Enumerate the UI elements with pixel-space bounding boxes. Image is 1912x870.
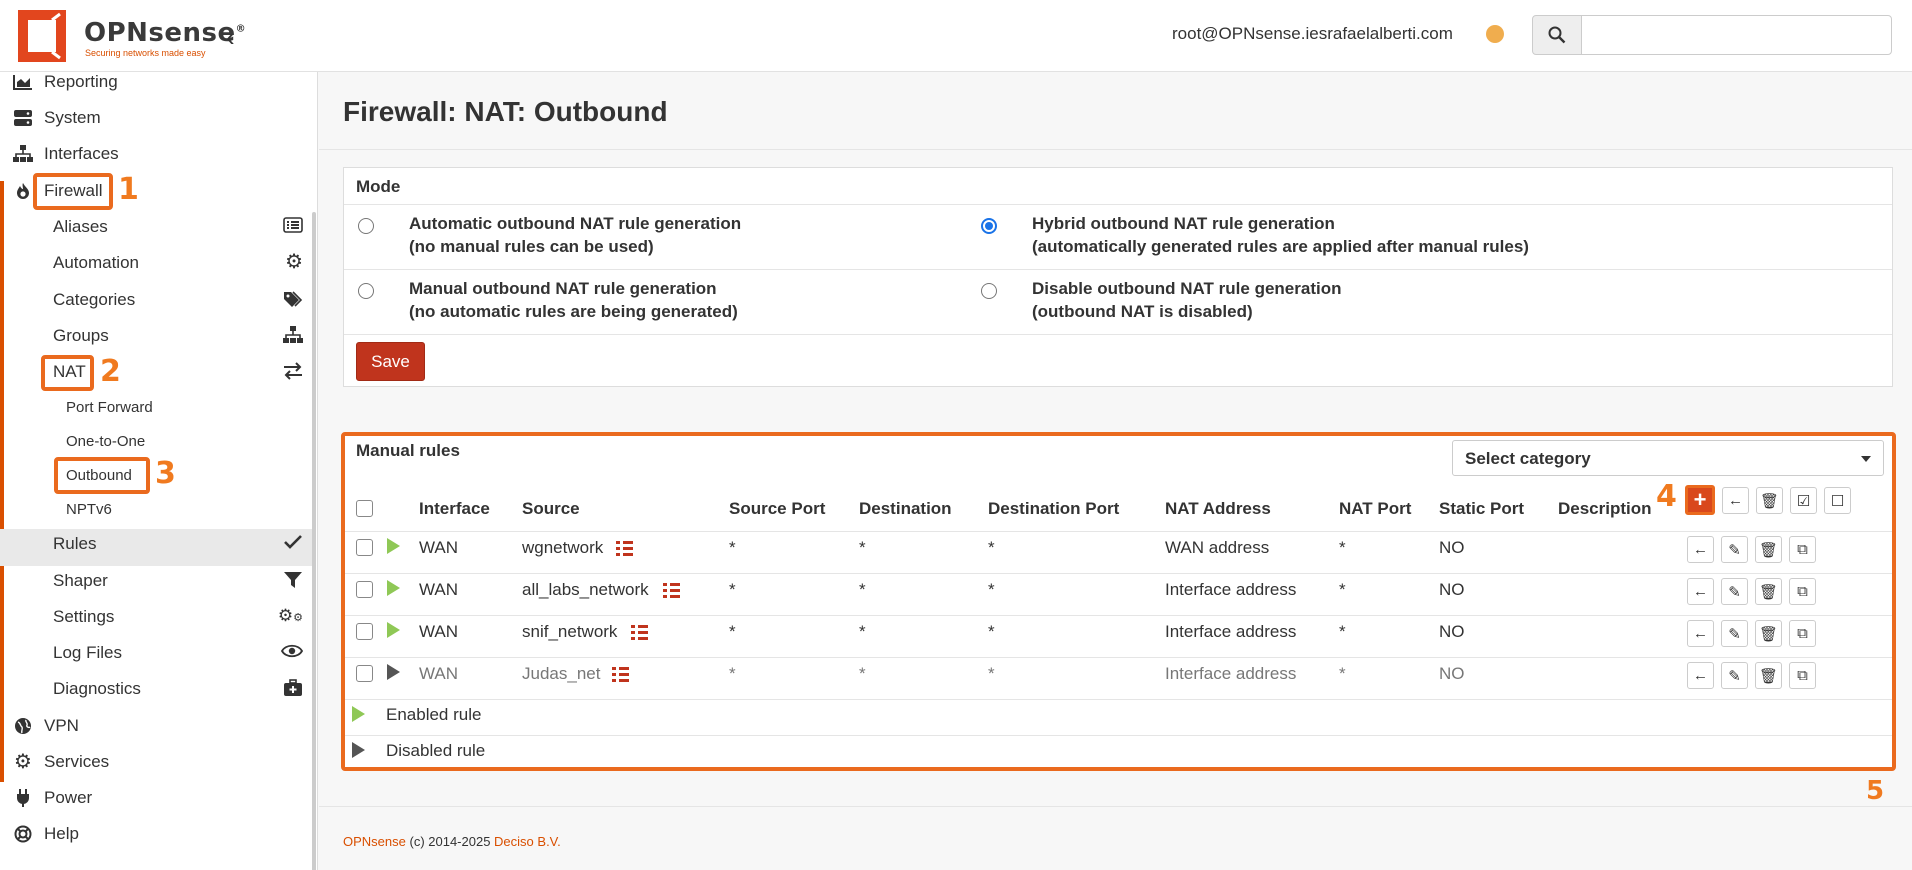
sidebar-item-nptv6[interactable]: NPTv6 xyxy=(66,501,112,518)
sidebar-scrollbar[interactable] xyxy=(312,212,316,870)
sidebar-item-groups[interactable]: Groups xyxy=(53,326,303,346)
sidebar-item-settings[interactable]: Settings ⚙⚙ xyxy=(53,607,303,627)
list-icon xyxy=(283,217,303,238)
chart-icon xyxy=(12,74,34,90)
sidebar-item-categories[interactable]: Categories xyxy=(53,290,303,310)
fire-icon xyxy=(12,182,34,200)
tags-icon xyxy=(283,290,303,313)
save-button[interactable]: Save xyxy=(356,342,425,381)
status-indicator[interactable] xyxy=(1486,25,1504,43)
option-disable: Disable outbound NAT rule generation (ou… xyxy=(1032,279,1342,321)
server-icon xyxy=(12,109,34,127)
page-title: Firewall: NAT: Outbound xyxy=(343,96,668,127)
sitemap-icon xyxy=(12,145,34,163)
gear-icon: ⚙ xyxy=(14,751,32,773)
sidebar-item-vpn[interactable]: VPN xyxy=(12,716,79,736)
option-manual: Manual outbound NAT rule generation (no … xyxy=(409,279,738,321)
top-bar: OPNsense® Securing networks made easy ‹ … xyxy=(0,0,1912,72)
footer-company-link[interactable]: Deciso B.V. xyxy=(494,834,561,849)
mode-panel: Mode Automatic outbound NAT rule generat… xyxy=(343,167,1893,387)
callout-number-2: 2 xyxy=(100,354,121,389)
footer-brand-link[interactable]: OPNsense xyxy=(343,834,406,849)
footer-text: OPNsense (c) 2014-2025 Deciso B.V. xyxy=(343,834,561,849)
callout-number-1: 1 xyxy=(118,172,139,207)
callout-box-3 xyxy=(54,457,150,494)
search-button[interactable] xyxy=(1532,15,1582,55)
callout-number-3: 3 xyxy=(155,456,176,491)
exchange-icon xyxy=(283,362,303,385)
callout-box-2 xyxy=(41,355,94,391)
check-icon xyxy=(283,534,303,555)
radio-automatic[interactable] xyxy=(358,218,374,234)
sidebar-item-power[interactable]: Power xyxy=(12,788,92,808)
sidebar-item-diagnostics[interactable]: Diagnostics xyxy=(53,679,303,699)
medkit-icon xyxy=(283,679,303,702)
sidebar-item-automation[interactable]: Automation ⚙ xyxy=(53,251,303,273)
search-input[interactable] xyxy=(1581,15,1892,55)
radio-hybrid[interactable] xyxy=(981,218,997,234)
sidebar-item-one-to-one[interactable]: One-to-One xyxy=(66,433,145,450)
radio-disable[interactable] xyxy=(981,283,997,299)
sidebar-item-rules[interactable]: Rules xyxy=(53,534,303,554)
firewall-section-bar xyxy=(0,181,4,782)
brand-tagline: Securing networks made easy xyxy=(85,48,206,58)
opnsense-logo-icon[interactable] xyxy=(12,6,72,66)
divider xyxy=(344,269,1892,270)
sidebar-item-port-forward[interactable]: Port Forward xyxy=(66,399,153,416)
user-label[interactable]: root@OPNsense.iesrafaelalberti.com xyxy=(1172,24,1453,44)
filter-icon xyxy=(283,571,303,594)
sidebar-item-services[interactable]: ⚙ Services xyxy=(12,752,109,772)
plug-icon xyxy=(12,788,34,808)
radio-manual[interactable] xyxy=(358,283,374,299)
collapse-sidebar-icon[interactable]: ‹ xyxy=(226,22,235,53)
sidebar-item-interfaces[interactable]: Interfaces xyxy=(12,144,119,164)
gears-icon: ⚙⚙ xyxy=(277,606,303,625)
callout-box-5 xyxy=(341,432,1896,771)
search-icon xyxy=(1548,26,1566,44)
sidebar-item-aliases[interactable]: Aliases xyxy=(53,217,303,237)
divider xyxy=(344,334,1892,335)
eye-icon xyxy=(280,643,304,664)
globe-icon xyxy=(12,717,34,735)
callout-box-1 xyxy=(33,173,113,210)
brand-name: OPNsense® xyxy=(84,18,247,48)
gear-icon: ⚙ xyxy=(285,251,303,273)
sidebar-item-system[interactable]: System xyxy=(12,108,101,128)
option-hybrid: Hybrid outbound NAT rule generation (aut… xyxy=(1032,214,1529,256)
sitemap-icon xyxy=(283,326,303,349)
option-automatic: Automatic outbound NAT rule generation (… xyxy=(409,214,742,256)
lifebuoy-icon xyxy=(12,825,34,843)
sidebar-item-shaper[interactable]: Shaper xyxy=(53,571,303,591)
sidebar-item-reporting[interactable]: Reporting xyxy=(12,72,118,92)
sidebar-item-log-files[interactable]: Log Files xyxy=(53,643,304,664)
callout-number-5: 5 xyxy=(1866,776,1885,806)
mode-heading: Mode xyxy=(356,177,401,196)
divider xyxy=(344,204,1892,205)
sidebar-item-help[interactable]: Help xyxy=(12,824,79,844)
